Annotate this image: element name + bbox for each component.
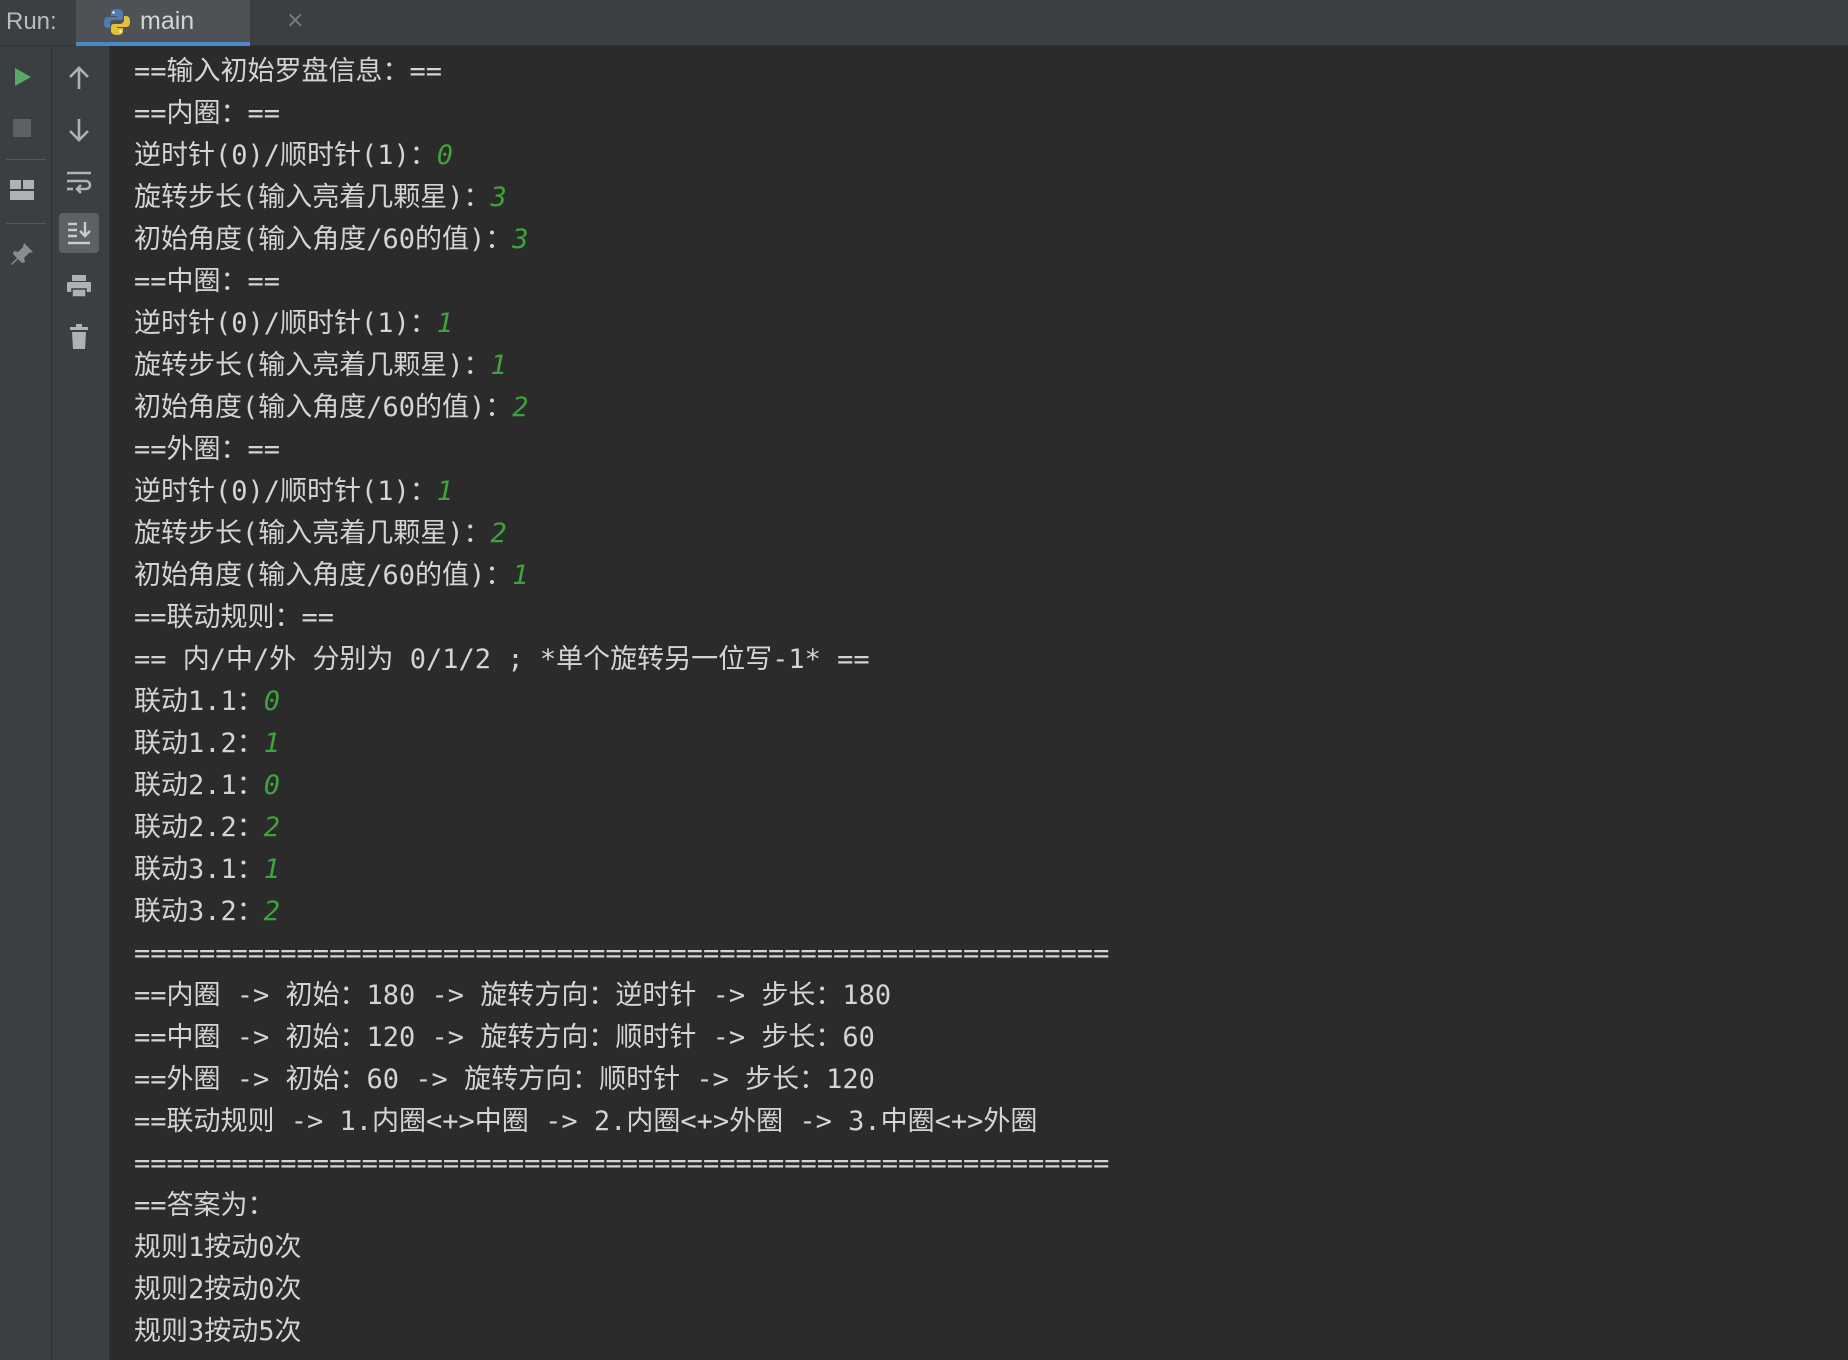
rerun-button[interactable] bbox=[2, 57, 42, 97]
console-line: == 内/中/外 分别为 0/1/2 ; *单个旋转另一位写-1* == bbox=[134, 644, 870, 675]
console-line: 旋转步长(输入亮着几颗星)：3 bbox=[134, 182, 507, 213]
user-input-value: 1 bbox=[512, 560, 529, 591]
tab-main[interactable]: main × bbox=[76, 0, 304, 46]
console-line: 联动3.2：2 bbox=[134, 896, 281, 927]
scroll-to-end-button[interactable] bbox=[59, 213, 99, 253]
console-line: 规则1按动0次 bbox=[134, 1232, 302, 1263]
pin-icon bbox=[9, 241, 35, 267]
run-toolbar-primary bbox=[0, 46, 52, 1360]
console-line: ==外圈：== bbox=[134, 434, 281, 465]
arrow-down-icon bbox=[67, 117, 91, 143]
python-icon bbox=[102, 7, 132, 37]
arrow-up-icon bbox=[67, 65, 91, 91]
console-line: 联动3.1：1 bbox=[134, 854, 281, 885]
console-line: ==中圈 -> 初始：120 -> 旋转方向：顺时针 -> 步长：60 bbox=[134, 1022, 875, 1053]
user-input-value: 1 bbox=[436, 476, 454, 507]
user-input-value: 2 bbox=[512, 392, 529, 423]
user-input-value: 3 bbox=[512, 224, 529, 255]
console-line: ==输入初始罗盘信息：== bbox=[134, 56, 443, 87]
print-button[interactable] bbox=[59, 266, 99, 306]
soft-wrap-button[interactable] bbox=[59, 162, 99, 202]
run-label: Run: bbox=[6, 8, 57, 35]
user-input-value: 1 bbox=[436, 308, 454, 339]
trash-icon bbox=[67, 323, 91, 351]
run-toolbar-secondary bbox=[52, 46, 110, 1360]
console-line: ==答案为： bbox=[134, 1190, 275, 1221]
user-input-value: 1 bbox=[263, 728, 281, 759]
console-line: ==联动规则 -> 1.内圈<+>中圈 -> 2.内圈<+>外圈 -> 3.中圈… bbox=[134, 1106, 1038, 1137]
console-line: 联动1.1：0 bbox=[134, 686, 281, 717]
user-input-value: 1 bbox=[263, 854, 281, 885]
layout-icon bbox=[9, 178, 35, 202]
stop-icon bbox=[11, 117, 33, 139]
console-line: 逆时针(0)/顺时针(1)：0 bbox=[134, 140, 454, 171]
restore-layout-button[interactable] bbox=[2, 170, 42, 210]
run-tool-window: Run: main × ==输入初始罗盘信息：== ==内圈：== 逆时针(0)… bbox=[0, 0, 1848, 1360]
console-line: 旋转步长(输入亮着几颗星)：1 bbox=[134, 350, 507, 381]
run-tab-bar: Run: main × bbox=[0, 0, 1848, 46]
console-line: ==外圈 -> 初始：60 -> 旋转方向：顺时针 -> 步长：120 bbox=[134, 1064, 875, 1095]
user-input-value: 1 bbox=[490, 350, 507, 381]
user-input-value: 0 bbox=[436, 140, 454, 171]
user-input-value: 2 bbox=[490, 518, 507, 549]
user-input-value: 2 bbox=[263, 896, 281, 927]
print-icon bbox=[65, 273, 93, 299]
toolbar-separator bbox=[6, 223, 46, 224]
play-icon bbox=[10, 65, 34, 89]
console-line: ==内圈 -> 初始：180 -> 旋转方向：逆时针 -> 步长：180 bbox=[134, 980, 892, 1011]
user-input-value: 2 bbox=[263, 812, 281, 843]
pin-tab-button[interactable] bbox=[2, 234, 42, 274]
console-line: 规则3按动5次 bbox=[134, 1316, 302, 1347]
console-line: 初始角度(输入角度/60的值)：1 bbox=[134, 560, 529, 591]
stop-button[interactable] bbox=[2, 108, 42, 148]
tab-title: main bbox=[140, 7, 195, 35]
user-input-value: 0 bbox=[263, 686, 281, 717]
console-line: ========================================… bbox=[134, 1148, 1110, 1179]
soft-wrap-icon bbox=[65, 169, 93, 195]
clear-all-button[interactable] bbox=[59, 317, 99, 357]
console-line: ========================================… bbox=[134, 938, 1110, 969]
next-occurrence-button[interactable] bbox=[59, 110, 99, 150]
console-line: 联动2.2：2 bbox=[134, 812, 281, 843]
console-line: 初始角度(输入角度/60的值)：2 bbox=[134, 392, 529, 423]
scroll-to-end-icon bbox=[65, 219, 93, 247]
console-line: 初始角度(输入角度/60的值)：3 bbox=[134, 224, 529, 255]
console-line: 规则2按动0次 bbox=[134, 1274, 302, 1305]
console-line: ==联动规则：== bbox=[134, 602, 335, 633]
console-line: 联动2.1：0 bbox=[134, 770, 281, 801]
user-input-value: 0 bbox=[263, 770, 281, 801]
console-line: 联动1.2：1 bbox=[134, 728, 281, 759]
console-line: ==中圈：== bbox=[134, 266, 281, 297]
console-line: 逆时针(0)/顺时针(1)：1 bbox=[134, 476, 454, 507]
user-input-value: 3 bbox=[490, 182, 507, 213]
close-icon[interactable]: × bbox=[286, 0, 304, 42]
console-line: ==内圈：== bbox=[134, 98, 281, 129]
console-line: 旋转步长(输入亮着几颗星)：2 bbox=[134, 518, 507, 549]
previous-occurrence-button[interactable] bbox=[59, 58, 99, 98]
toolbar-separator bbox=[6, 159, 46, 160]
console-output[interactable]: ==输入初始罗盘信息：== ==内圈：== 逆时针(0)/顺时针(1)：0 旋转… bbox=[110, 46, 1848, 1360]
console-line: 逆时针(0)/顺时针(1)：1 bbox=[134, 308, 454, 339]
